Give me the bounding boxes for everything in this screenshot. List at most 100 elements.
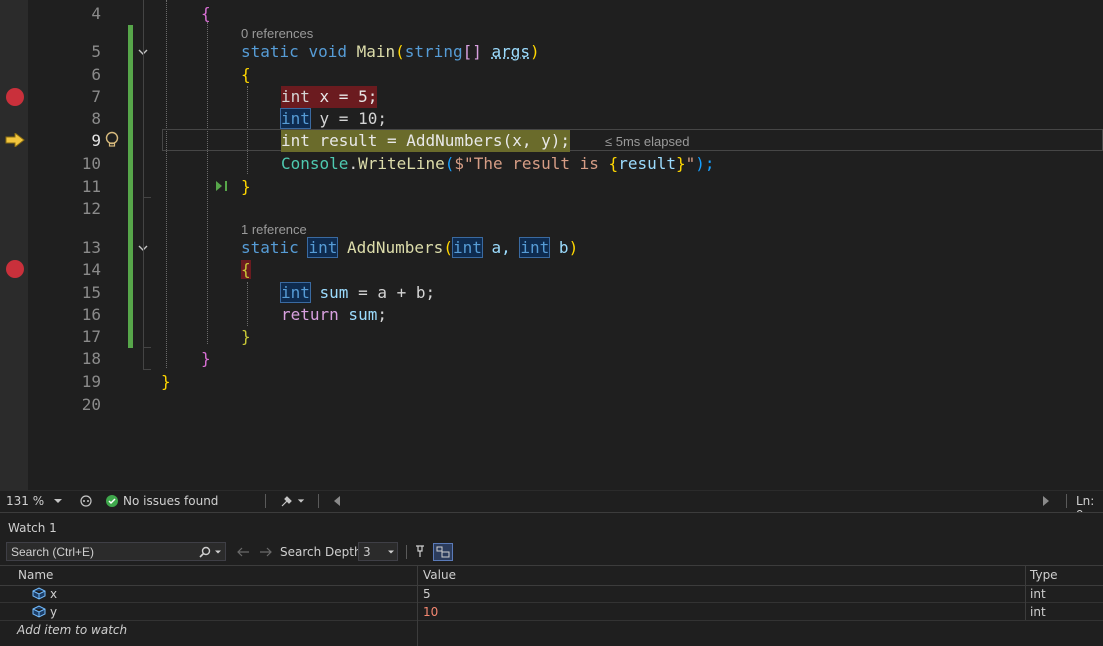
keyword-highlight: int (281, 109, 310, 128)
chevron-down-icon (387, 549, 395, 555)
code-line-19[interactable]: } (161, 371, 171, 393)
code-line-15[interactable]: int sum = a + b; (281, 282, 435, 304)
line-number: 8 (28, 108, 101, 130)
code-line-13[interactable]: static int AddNumbers(int a, int b) (241, 237, 578, 259)
watch-value[interactable]: 5 (423, 587, 431, 601)
method-name: Main (357, 42, 396, 61)
pin-icon[interactable] (413, 544, 427, 558)
code-line-7[interactable]: int x = 5; (281, 86, 377, 108)
divider (318, 494, 319, 508)
code-line-10[interactable]: Console.WriteLine($"The result is {resul… (281, 153, 715, 175)
issues-status[interactable]: No issues found (123, 494, 218, 508)
statement: y = 10; (310, 109, 387, 128)
column-divider[interactable] (417, 565, 418, 646)
line-number: 18 (28, 348, 101, 370)
perf-tip[interactable]: ≤ 5ms elapsed (605, 131, 689, 153)
hex-view-icon (436, 546, 450, 558)
watch-row[interactable]: x 5 int (0, 585, 1103, 603)
search-icon[interactable] (199, 546, 211, 558)
code-lens-references[interactable]: 1 reference (241, 222, 307, 238)
watch-title[interactable]: Watch 1 (8, 521, 57, 535)
change-tracking-bar (128, 25, 133, 348)
line-number: 6 (28, 64, 101, 86)
line-number: 17 (28, 326, 101, 348)
code-editor[interactable]: 4 5 6 7 8 9 10 11 12 13 14 15 16 17 18 1… (0, 0, 1103, 490)
brace: } (241, 177, 251, 196)
keyword-highlight: int (520, 238, 549, 257)
search-input[interactable] (11, 543, 191, 560)
brush-icon[interactable] (280, 494, 294, 508)
code-line-9[interactable]: int result = AddNumbers(x, y); (281, 130, 570, 152)
parameter: a, (482, 238, 521, 257)
chevron-down-icon[interactable] (297, 497, 305, 505)
code-line-14[interactable]: { (241, 259, 251, 281)
column-header-type[interactable]: Type (1030, 568, 1058, 582)
line-number: 15 (28, 282, 101, 304)
watch-search[interactable] (6, 542, 226, 561)
scroll-left-icon[interactable] (333, 496, 341, 506)
brackets: [] (463, 42, 482, 61)
keyword-highlight: int (453, 238, 482, 257)
view-toggle-button[interactable] (433, 543, 453, 561)
keyword: string (405, 42, 463, 61)
brace: { (241, 65, 251, 84)
watch-grid-header: Name Value Type (0, 565, 1103, 586)
paren: ( (395, 42, 405, 61)
string: " (686, 154, 696, 173)
code-line-6[interactable]: { (241, 64, 251, 86)
watch-row[interactable]: y 10 int (0, 603, 1103, 621)
chevron-down-icon[interactable] (214, 549, 222, 555)
local-variable-icon (32, 587, 46, 600)
line-number: 12 (28, 198, 101, 220)
execution-pointer-icon[interactable] (5, 133, 25, 147)
outline-line (143, 347, 151, 348)
parameter: args (491, 42, 530, 61)
watch-window: Watch 1 Search Depth: 3 Name Value Type (0, 512, 1103, 634)
code-line-18[interactable]: } (201, 348, 211, 370)
semicolon: ; (377, 305, 387, 324)
keyword: int (281, 87, 310, 106)
watch-name: y (50, 605, 57, 619)
add-item-to-watch[interactable]: Add item to watch (17, 623, 127, 637)
lightbulb-icon[interactable] (104, 131, 120, 149)
code-line-17[interactable]: } (241, 326, 251, 348)
scroll-right-icon[interactable] (1042, 496, 1050, 506)
breakpoint-icon[interactable] (6, 88, 24, 106)
brace: } (201, 349, 211, 368)
keyword: static (241, 238, 299, 257)
line-number: 4 (28, 3, 101, 25)
watch-value-changed[interactable]: 10 (423, 605, 438, 619)
paren: ); (695, 154, 714, 173)
code-line-4[interactable]: { (201, 3, 211, 25)
chevron-down-icon[interactable] (53, 497, 63, 505)
indent-guide (207, 22, 208, 344)
keyword-highlight: int (308, 238, 337, 257)
column-header-value[interactable]: Value (423, 568, 456, 582)
copilot-icon[interactable] (79, 494, 93, 508)
column-divider[interactable] (1025, 565, 1026, 620)
search-depth-select[interactable]: 3 (358, 542, 398, 561)
zoom-level[interactable]: 131 % (6, 494, 44, 508)
breakpoint-icon[interactable] (6, 260, 24, 278)
method-name: AddNumbers (347, 238, 443, 257)
editor-status-bar: 131 % No issues found Ln: 9 (0, 490, 1103, 511)
statement: x = 5; (310, 87, 377, 106)
column-header-name[interactable]: Name (18, 568, 53, 582)
parameter: b (549, 238, 568, 257)
indent-guide (247, 282, 248, 326)
arrow-right-icon[interactable] (259, 546, 273, 558)
run-to-click-icon[interactable] (214, 180, 230, 192)
glyph-margin[interactable] (0, 0, 28, 490)
brace: } (241, 327, 251, 346)
code-line-16[interactable]: return sum; (281, 304, 387, 326)
code-lens-references[interactable]: 0 references (241, 26, 313, 42)
search-depth-value: 3 (363, 545, 371, 559)
arrow-left-icon[interactable] (236, 546, 250, 558)
keyword-highlight: int (281, 283, 310, 302)
add-watch-row[interactable]: Add item to watch (0, 621, 1103, 638)
code-line-5[interactable]: static void Main(string[] args) (241, 41, 540, 63)
code-line-8[interactable]: int y = 10; (281, 108, 387, 130)
code-line-11[interactable]: } (241, 176, 251, 198)
line-number: 16 (28, 304, 101, 326)
line-number: 20 (28, 394, 101, 416)
